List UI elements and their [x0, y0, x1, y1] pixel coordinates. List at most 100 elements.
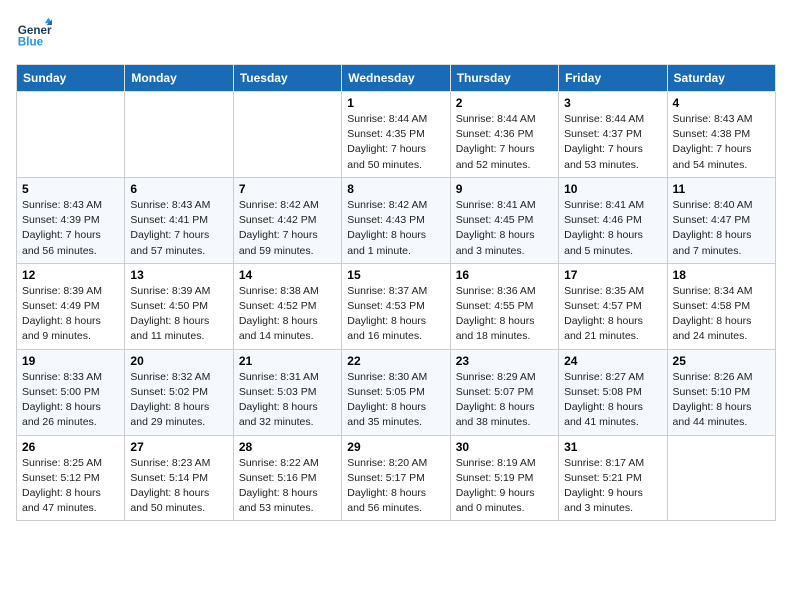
day-cell: 20 Sunrise: 8:32 AM Sunset: 5:02 PM Dayli…	[125, 349, 233, 435]
day-number: 17	[564, 268, 661, 282]
day-cell: 10 Sunrise: 8:41 AM Sunset: 4:46 PM Dayli…	[559, 177, 667, 263]
day-info: Sunrise: 8:41 AM Sunset: 4:46 PM Dayligh…	[564, 198, 661, 259]
day-cell: 5Sunrise: 8:43 AM Sunset: 4:39 PM Daylig…	[17, 177, 125, 263]
day-cell: 3 Sunrise: 8:44 AM Sunset: 4:37 PM Daylig…	[559, 92, 667, 178]
day-cell: 13 Sunrise: 8:39 AM Sunset: 4:50 PM Dayli…	[125, 263, 233, 349]
logo: General Blue	[16, 16, 56, 52]
day-info: Sunrise: 8:32 AM Sunset: 5:02 PM Dayligh…	[130, 370, 227, 431]
day-cell: 26Sunrise: 8:25 AM Sunset: 5:12 PM Dayli…	[17, 435, 125, 521]
day-number: 20	[130, 354, 227, 368]
day-cell: 12 Sunrise: 8:39 AM Sunset: 4:49 PM Dayli…	[17, 263, 125, 349]
day-info: Sunrise: 8:39 AM Sunset: 4:50 PM Dayligh…	[130, 284, 227, 345]
day-info: Sunrise: 8:27 AM Sunset: 5:08 PM Dayligh…	[564, 370, 661, 431]
day-cell: 18Sunrise: 8:34 AM Sunset: 4:58 PM Dayli…	[667, 263, 775, 349]
header-friday: Friday	[559, 65, 667, 92]
day-cell: 11 Sunrise: 8:40 AM Sunset: 4:47 PM Dayli…	[667, 177, 775, 263]
day-info: Sunrise: 8:43 AM Sunset: 4:38 PM Dayligh…	[673, 112, 770, 173]
day-cell: 25 Sunrise: 8:26 AM Sunset: 5:10 PM Dayli…	[667, 349, 775, 435]
day-info: Sunrise: 8:30 AM Sunset: 5:05 PM Dayligh…	[347, 370, 444, 431]
day-number: 5	[22, 182, 119, 196]
day-cell: 19 Sunrise: 8:33 AM Sunset: 5:00 PM Dayli…	[17, 349, 125, 435]
day-cell: 29 Sunrise: 8:20 AM Sunset: 5:17 PM Dayli…	[342, 435, 450, 521]
day-cell: 2 Sunrise: 8:44 AM Sunset: 4:36 PM Daylig…	[450, 92, 558, 178]
header-thursday: Thursday	[450, 65, 558, 92]
day-number: 18	[673, 268, 770, 282]
day-number: 13	[130, 268, 227, 282]
day-info: Sunrise: 8:31 AM Sunset: 5:03 PM Dayligh…	[239, 370, 336, 431]
header-sunday: Sunday	[17, 65, 125, 92]
day-cell: 14Sunrise: 8:38 AM Sunset: 4:52 PM Dayli…	[233, 263, 341, 349]
day-cell: 6 Sunrise: 8:43 AM Sunset: 4:41 PM Daylig…	[125, 177, 233, 263]
day-number: 23	[456, 354, 553, 368]
day-info: Sunrise: 8:42 AM Sunset: 4:43 PM Dayligh…	[347, 198, 444, 259]
day-info: Sunrise: 8:42 AM Sunset: 4:42 PM Dayligh…	[239, 198, 336, 259]
day-info: Sunrise: 8:40 AM Sunset: 4:47 PM Dayligh…	[673, 198, 770, 259]
day-info: Sunrise: 8:26 AM Sunset: 5:10 PM Dayligh…	[673, 370, 770, 431]
day-number: 10	[564, 182, 661, 196]
day-number: 3	[564, 96, 661, 110]
day-cell: 9 Sunrise: 8:41 AM Sunset: 4:45 PM Daylig…	[450, 177, 558, 263]
day-cell: 8 Sunrise: 8:42 AM Sunset: 4:43 PM Daylig…	[342, 177, 450, 263]
header-monday: Monday	[125, 65, 233, 92]
day-cell: 21 Sunrise: 8:31 AM Sunset: 5:03 PM Dayli…	[233, 349, 341, 435]
day-info: Sunrise: 8:44 AM Sunset: 4:37 PM Dayligh…	[564, 112, 661, 173]
day-cell: 28Sunrise: 8:22 AM Sunset: 5:16 PM Dayli…	[233, 435, 341, 521]
day-cell	[125, 92, 233, 178]
day-number: 22	[347, 354, 444, 368]
day-cell: 30 Sunrise: 8:19 AM Sunset: 5:19 PM Dayli…	[450, 435, 558, 521]
day-cell	[233, 92, 341, 178]
day-info: Sunrise: 8:35 AM Sunset: 4:57 PM Dayligh…	[564, 284, 661, 345]
day-info: Sunrise: 8:25 AM Sunset: 5:12 PM Dayligh…	[22, 456, 119, 517]
day-number: 11	[673, 182, 770, 196]
day-cell: 22 Sunrise: 8:30 AM Sunset: 5:05 PM Dayli…	[342, 349, 450, 435]
day-number: 16	[456, 268, 553, 282]
day-info: Sunrise: 8:38 AM Sunset: 4:52 PM Dayligh…	[239, 284, 336, 345]
day-info: Sunrise: 8:43 AM Sunset: 4:41 PM Dayligh…	[130, 198, 227, 259]
day-number: 24	[564, 354, 661, 368]
day-number: 19	[22, 354, 119, 368]
day-info: Sunrise: 8:19 AM Sunset: 5:19 PM Dayligh…	[456, 456, 553, 517]
logo-icon: General Blue	[16, 16, 52, 52]
day-info: Sunrise: 8:23 AM Sunset: 5:14 PM Dayligh…	[130, 456, 227, 517]
day-number: 15	[347, 268, 444, 282]
day-number: 9	[456, 182, 553, 196]
week-row-5: 26Sunrise: 8:25 AM Sunset: 5:12 PM Dayli…	[17, 435, 776, 521]
day-number: 30	[456, 440, 553, 454]
day-cell	[667, 435, 775, 521]
day-number: 6	[130, 182, 227, 196]
day-number: 4	[673, 96, 770, 110]
page-header: General Blue	[16, 16, 776, 52]
day-cell: 15 Sunrise: 8:37 AM Sunset: 4:53 PM Dayli…	[342, 263, 450, 349]
day-cell: 31Sunrise: 8:17 AM Sunset: 5:21 PM Dayli…	[559, 435, 667, 521]
week-row-3: 12 Sunrise: 8:39 AM Sunset: 4:49 PM Dayli…	[17, 263, 776, 349]
week-row-1: 1Sunrise: 8:44 AM Sunset: 4:35 PM Daylig…	[17, 92, 776, 178]
day-cell: 17 Sunrise: 8:35 AM Sunset: 4:57 PM Dayli…	[559, 263, 667, 349]
day-info: Sunrise: 8:22 AM Sunset: 5:16 PM Dayligh…	[239, 456, 336, 517]
day-number: 25	[673, 354, 770, 368]
day-info: Sunrise: 8:29 AM Sunset: 5:07 PM Dayligh…	[456, 370, 553, 431]
calendar-table: SundayMondayTuesdayWednesdayThursdayFrid…	[16, 64, 776, 521]
day-cell: 4 Sunrise: 8:43 AM Sunset: 4:38 PM Daylig…	[667, 92, 775, 178]
svg-text:Blue: Blue	[18, 36, 44, 49]
day-info: Sunrise: 8:41 AM Sunset: 4:45 PM Dayligh…	[456, 198, 553, 259]
day-number: 7	[239, 182, 336, 196]
day-info: Sunrise: 8:37 AM Sunset: 4:53 PM Dayligh…	[347, 284, 444, 345]
day-number: 29	[347, 440, 444, 454]
day-info: Sunrise: 8:39 AM Sunset: 4:49 PM Dayligh…	[22, 284, 119, 345]
day-info: Sunrise: 8:33 AM Sunset: 5:00 PM Dayligh…	[22, 370, 119, 431]
day-number: 2	[456, 96, 553, 110]
day-number: 8	[347, 182, 444, 196]
day-number: 21	[239, 354, 336, 368]
day-cell: 24 Sunrise: 8:27 AM Sunset: 5:08 PM Dayli…	[559, 349, 667, 435]
day-cell: 16Sunrise: 8:36 AM Sunset: 4:55 PM Dayli…	[450, 263, 558, 349]
week-row-2: 5Sunrise: 8:43 AM Sunset: 4:39 PM Daylig…	[17, 177, 776, 263]
header-tuesday: Tuesday	[233, 65, 341, 92]
day-number: 27	[130, 440, 227, 454]
day-number: 12	[22, 268, 119, 282]
day-cell: 1Sunrise: 8:44 AM Sunset: 4:35 PM Daylig…	[342, 92, 450, 178]
header-row: SundayMondayTuesdayWednesdayThursdayFrid…	[17, 65, 776, 92]
day-info: Sunrise: 8:44 AM Sunset: 4:36 PM Dayligh…	[456, 112, 553, 173]
day-number: 1	[347, 96, 444, 110]
day-info: Sunrise: 8:20 AM Sunset: 5:17 PM Dayligh…	[347, 456, 444, 517]
day-info: Sunrise: 8:17 AM Sunset: 5:21 PM Dayligh…	[564, 456, 661, 517]
